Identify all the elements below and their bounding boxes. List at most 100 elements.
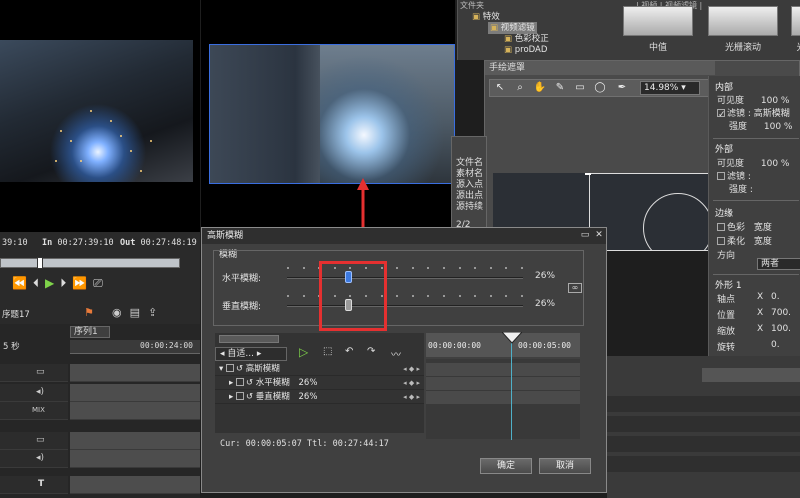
track-mix-label[interactable]: MIX — [0, 402, 68, 420]
tree-item-prodad[interactable]: ▣ proDAD — [504, 44, 547, 56]
effect-thumb-light[interactable] — [791, 6, 800, 36]
bezier-tool-icon[interactable]: ✒ — [614, 81, 630, 95]
loop-icon[interactable]: ⎚ — [93, 276, 109, 290]
track-v[interactable] — [70, 364, 200, 382]
checkbox[interactable] — [235, 392, 244, 400]
marker-icon[interactable]: ⚑ — [84, 306, 94, 319]
rectangle-tool-icon[interactable]: ▭ — [572, 81, 588, 95]
timeline-ruler-right[interactable] — [702, 368, 800, 382]
inner-filter[interactable]: ✓滤镜 : 高斯模糊 — [717, 106, 790, 120]
outer-strength[interactable]: 强度 : — [729, 182, 753, 195]
edge-direction[interactable]: 方向 — [717, 248, 735, 261]
keyframe-tracks[interactable] — [426, 359, 580, 439]
shape-axis[interactable]: 轴点 X 0. — [717, 292, 780, 305]
track-a2[interactable] — [70, 450, 200, 468]
direction-select[interactable]: 两者 — [757, 258, 800, 270]
rewind-icon[interactable]: ⏪ — [12, 276, 33, 290]
track-row[interactable] — [607, 396, 800, 412]
checkbox-checked[interactable]: ✓ — [717, 109, 726, 120]
kf-row-gaussian[interactable]: ▾ ↺ 高斯模糊 ◂ ◆ ▸ — [215, 363, 424, 376]
add-keyframe-icon[interactable]: ⬚ — [323, 346, 332, 357]
track-title[interactable] — [70, 476, 200, 494]
effect-thumb-raster-scroll[interactable] — [708, 6, 778, 36]
outer-visibility[interactable]: 可见度 100 % — [717, 156, 789, 169]
checkbox-unchecked[interactable] — [717, 172, 725, 180]
kf-nav-arrows[interactable]: ◂ ◆ ▸ — [403, 391, 420, 404]
kf-row-vertical[interactable]: ▸ ↺ 垂直模糊 26% ◂ ◆ ▸ — [215, 391, 424, 404]
clip-info-panel: 文件名 素材名 源入点 源出点 源持续 2/2 — [451, 136, 487, 236]
edge-color[interactable]: 色彩 宽度 — [717, 220, 772, 233]
track-v2-label[interactable]: ▭ — [0, 432, 68, 450]
inner-visibility[interactable]: 可见度 100 % — [717, 93, 789, 106]
track-row[interactable] — [607, 436, 800, 452]
kf-track[interactable] — [426, 377, 580, 390]
prop-value: 高斯模糊 — [753, 109, 790, 119]
export-icon[interactable]: ⇪ — [148, 306, 165, 319]
shape-rotate[interactable]: 旋转 0. — [717, 340, 780, 353]
keyframe-icon: ↺ — [245, 392, 256, 402]
ok-button[interactable]: 确定 — [480, 458, 532, 474]
slider-tick — [443, 295, 445, 297]
kf-row-horizontal[interactable]: ▸ ↺ 水平模糊 26% ◂ ◆ ▸ — [215, 377, 424, 390]
track-a[interactable] — [70, 384, 200, 402]
kf-nav-arrows[interactable]: ◂ ◆ ▸ — [403, 377, 420, 390]
track-row[interactable] — [607, 456, 800, 472]
hand-tool-icon[interactable]: ✋ — [532, 81, 548, 95]
track-row[interactable] — [607, 416, 800, 432]
kf-track[interactable] — [426, 391, 580, 404]
scrubber-handle[interactable] — [37, 257, 43, 269]
checkbox[interactable] — [225, 364, 234, 372]
play-icon[interactable]: ▶ — [45, 276, 60, 290]
record-icon[interactable]: ◉ — [112, 306, 130, 319]
track-a-label[interactable]: ◂) — [0, 384, 68, 402]
curve-icon[interactable]: 〰 — [391, 346, 401, 361]
inner-strength[interactable]: 强度 100 % — [729, 119, 792, 132]
shape-scale[interactable]: 缩放 X 100. — [717, 324, 791, 337]
kf-nav-arrows[interactable]: ◂ ◆ ▸ — [403, 363, 420, 376]
slider-tick — [396, 295, 398, 297]
tree-label: 视频滤镜 — [500, 23, 535, 33]
kf-track[interactable] — [426, 363, 580, 376]
playhead-marker-icon[interactable] — [502, 332, 522, 344]
outer-filter[interactable]: 滤镜 : — [717, 169, 751, 182]
zoom-tool-icon[interactable]: ⌕ — [512, 81, 528, 95]
out-time: 00:27:48:19 — [140, 238, 197, 248]
link-icon[interactable]: ∞ — [568, 283, 582, 293]
source-scrubber[interactable] — [0, 257, 180, 269]
track-mix[interactable] — [70, 402, 200, 420]
close-icon[interactable]: ✕ — [594, 230, 604, 240]
interpolation-select[interactable]: ◂ 自适... ▸ — [215, 347, 287, 361]
timeline-ruler[interactable]: 00:00:24:00 — [70, 340, 200, 354]
keyframe-scroll[interactable] — [219, 335, 279, 343]
playhead[interactable] — [511, 334, 512, 440]
prop-axis: X — [757, 292, 764, 302]
track-title-label[interactable]: T — [0, 476, 68, 494]
zoom-select[interactable]: 14.98% ▾ — [640, 81, 700, 95]
mask-handle[interactable] — [585, 173, 591, 175]
effect-thumb-median[interactable] — [623, 6, 693, 36]
edge-soft[interactable]: 柔化 宽度 — [717, 234, 772, 247]
in-time: 00:27:39:10 — [57, 238, 114, 248]
pen-tool-icon[interactable]: ✎ — [552, 81, 568, 95]
step-forward-icon[interactable]: ⏵ — [60, 276, 72, 290]
next-keyframe-icon[interactable]: ↷ — [367, 346, 375, 357]
ellipse-tool-icon[interactable]: ◯ — [592, 81, 608, 95]
track-v2[interactable] — [70, 432, 200, 450]
track-v-label[interactable]: ▭ — [0, 364, 68, 382]
prev-keyframe-icon[interactable]: ↶ — [345, 346, 353, 357]
pointer-tool-icon[interactable]: ↖ — [492, 81, 508, 95]
play-icon[interactable]: ▷ — [299, 345, 308, 359]
track-a2-label[interactable]: ◂) — [0, 450, 68, 468]
shape-position[interactable]: 位置 X 700. — [717, 308, 791, 321]
checkbox-unchecked[interactable] — [717, 237, 725, 245]
step-back-icon[interactable]: ⏴ — [33, 276, 45, 290]
checkbox-unchecked[interactable] — [717, 223, 725, 231]
document-icon[interactable]: ▤ — [130, 306, 148, 319]
tab-sequence[interactable]: 序列1 — [70, 326, 110, 338]
checkbox[interactable] — [235, 378, 244, 386]
zoom-unit[interactable]: 5 秒 — [0, 340, 68, 352]
restore-icon[interactable]: ▭ — [580, 230, 590, 240]
cancel-button[interactable]: 取消 — [539, 458, 591, 474]
tree-label: proDAD — [514, 45, 548, 55]
fast-forward-icon[interactable]: ⏩ — [72, 276, 93, 290]
